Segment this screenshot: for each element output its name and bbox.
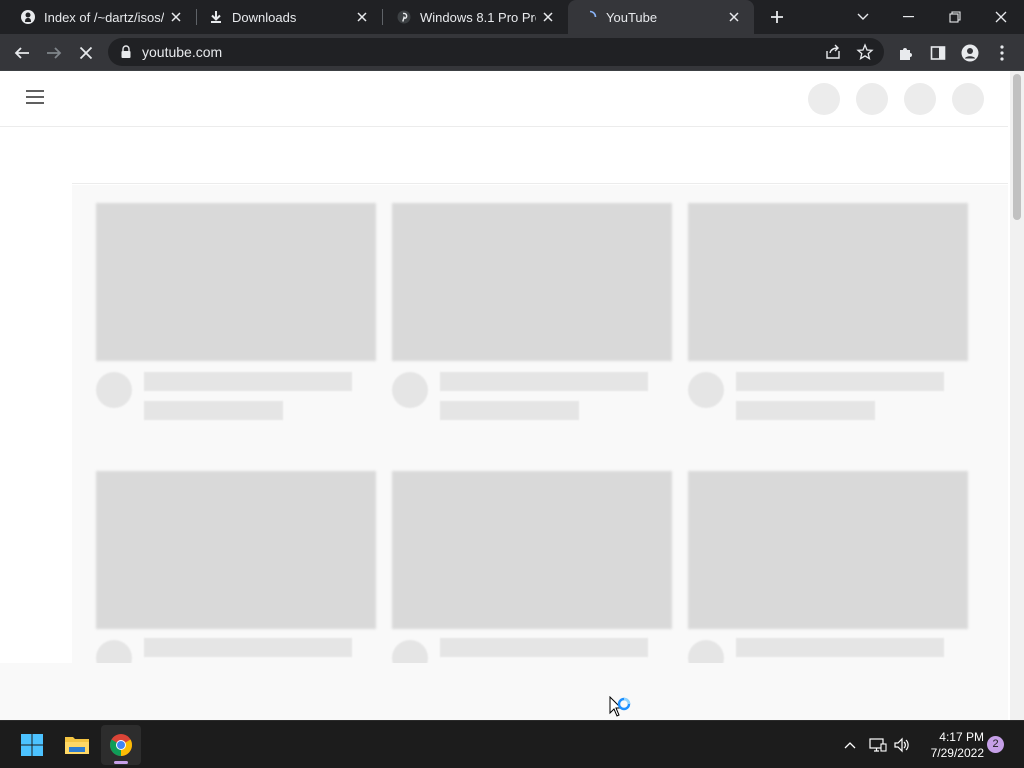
share-icon[interactable] [824, 43, 842, 61]
side-panel-icon[interactable] [926, 41, 950, 65]
restore-button[interactable] [932, 0, 978, 34]
bookmark-star-icon[interactable] [856, 43, 874, 61]
tab-index-of-isos[interactable]: Index of /~dartz/isos/ [0, 0, 196, 34]
video-thumbnail-placeholder [96, 203, 376, 361]
loading-icon [582, 9, 598, 25]
video-thumbnail-placeholder [688, 471, 968, 629]
channel-avatar-placeholder [392, 372, 428, 408]
forward-button[interactable] [42, 41, 66, 65]
hamburger-menu-icon[interactable] [26, 90, 46, 106]
pinterest-icon [396, 9, 412, 25]
tab-windows-product-key[interactable]: Windows 8.1 Pro Product Key [382, 0, 568, 34]
channel-avatar-placeholder [688, 372, 724, 408]
url-text[interactable]: youtube.com [142, 44, 222, 60]
system-clock[interactable]: 4:17 PM 7/29/2022 [916, 729, 984, 761]
video-meta-placeholder [736, 401, 875, 420]
youtube-page [0, 71, 1010, 720]
new-tab-button[interactable] [766, 6, 788, 28]
scrollbar-thumb[interactable] [1013, 74, 1021, 220]
tab-search-button[interactable] [840, 0, 886, 34]
video-title-placeholder [736, 372, 944, 391]
video-title-placeholder [736, 638, 944, 657]
tab-title: Downloads [232, 9, 297, 25]
active-app-indicator [114, 761, 128, 764]
masthead-placeholder-icon [904, 83, 936, 115]
lock-icon[interactable] [118, 44, 134, 60]
browser-toolbar: youtube.com [0, 34, 1024, 71]
notification-badge[interactable]: 2 [987, 736, 1004, 753]
close-icon[interactable] [168, 9, 184, 25]
close-icon[interactable] [354, 9, 370, 25]
video-title-placeholder [144, 638, 352, 657]
masthead [0, 71, 1008, 127]
masthead-placeholder-icon [808, 83, 840, 115]
web-page [0, 71, 1024, 720]
minimize-button[interactable] [886, 0, 932, 34]
profile-icon[interactable] [958, 41, 982, 65]
masthead-placeholder-icon [952, 83, 984, 115]
tab-downloads[interactable]: Downloads [196, 0, 382, 34]
close-window-button[interactable] [978, 0, 1024, 34]
close-icon[interactable] [726, 9, 742, 25]
tab-title: YouTube [606, 9, 658, 25]
windows-taskbar: 4:17 PM 7/29/2022 2 [0, 720, 1024, 768]
video-title-placeholder [144, 372, 352, 391]
page-scrollbar[interactable] [1010, 71, 1024, 720]
video-thumbnail-placeholder [392, 471, 672, 629]
channel-avatar-placeholder [96, 372, 132, 408]
chip-bar-placeholder [72, 128, 1008, 184]
video-thumbnail-placeholder [96, 471, 376, 629]
video-thumbnail-placeholder [688, 203, 968, 361]
github-icon [20, 9, 36, 25]
chevron-up-icon[interactable] [840, 735, 860, 755]
clock-time: 4:17 PM [939, 730, 984, 744]
busy-cursor-icon [609, 695, 635, 718]
tab-title: Index of /~dartz/isos/ [44, 9, 164, 25]
windows-start-icon[interactable] [12, 725, 52, 765]
network-icon[interactable] [868, 735, 888, 755]
address-bar[interactable]: youtube.com [108, 38, 884, 66]
extensions-icon[interactable] [894, 41, 918, 65]
video-title-placeholder [440, 638, 648, 657]
menu-kebab-icon[interactable] [990, 41, 1014, 65]
video-meta-placeholder [440, 401, 579, 420]
browser-tab-strip: Index of /~dartz/isos/ Downloads Windows… [0, 0, 1024, 34]
chrome-taskbar-icon[interactable] [101, 725, 141, 765]
file-explorer-icon[interactable] [57, 725, 97, 765]
clock-date: 7/29/2022 [930, 746, 984, 760]
close-icon[interactable] [540, 9, 556, 25]
download-icon [208, 9, 224, 25]
screen: Index of /~dartz/isos/ Downloads Windows… [0, 0, 1024, 768]
video-title-placeholder [440, 372, 648, 391]
video-thumbnail-placeholder [392, 203, 672, 361]
tab-title: Windows 8.1 Pro Product Key [420, 9, 536, 25]
video-meta-placeholder [144, 401, 283, 420]
volume-icon[interactable] [892, 735, 912, 755]
page-bottom-area [0, 663, 1008, 720]
back-button[interactable] [10, 41, 34, 65]
masthead-placeholder-icon [856, 83, 888, 115]
stop-loading-button[interactable] [74, 41, 98, 65]
tab-youtube[interactable]: YouTube [568, 0, 754, 34]
video-grid [72, 185, 1008, 676]
